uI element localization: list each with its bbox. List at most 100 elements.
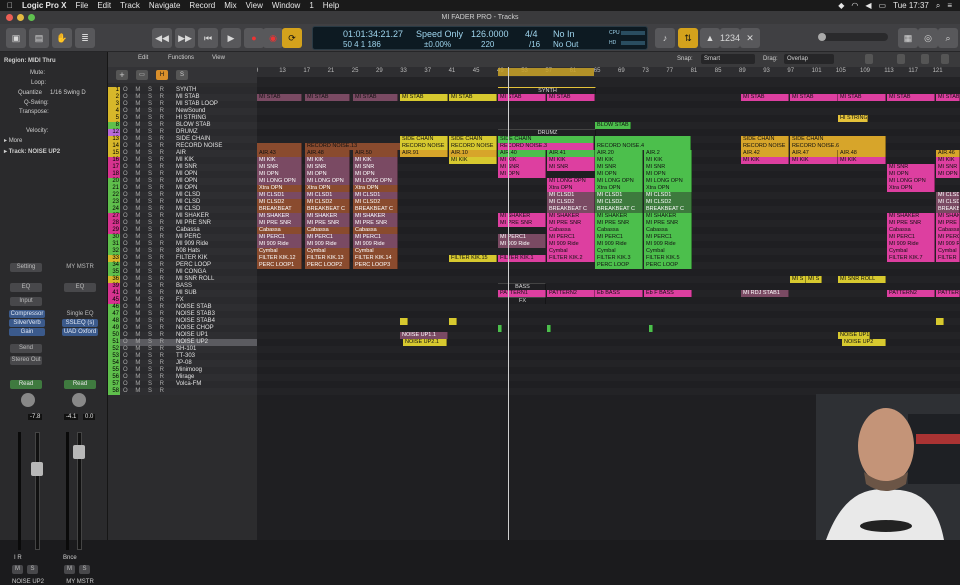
track-buttons[interactable]: O M S R [123,353,167,360]
region[interactable]: MI KIK [644,157,692,164]
region[interactable]: BREAKBEAT C [595,206,643,213]
region[interactable]: MI SNR [936,164,960,171]
automation-read-left[interactable]: Read [10,380,42,389]
track-lane[interactable] [257,367,960,374]
region[interactable]: Xtra OPN [547,185,595,192]
track-lane[interactable] [257,311,960,318]
track-buttons[interactable]: O M S R [123,108,167,115]
mute-button-right[interactable]: M [64,565,75,574]
region[interactable]: AIR.10 [449,150,497,157]
track-buttons[interactable]: O M S R [123,325,167,332]
toolbar-icon[interactable]: ≣ [75,28,95,48]
track-buttons[interactable]: O M S R [123,339,167,346]
track-header[interactable]: 17 O M S R MI SNR [108,164,257,171]
region[interactable]: PERC LOOP1 [257,262,302,269]
track-lane[interactable] [257,346,960,353]
mute-button-left[interactable]: M [12,565,23,574]
track-header[interactable]: 27 O M S R MI SHAKER [108,213,257,220]
send-button[interactable]: Send [10,344,42,353]
region[interactable]: MI PRE SNR [644,220,692,227]
region[interactable]: Xtra OPN [595,185,643,192]
track-buttons[interactable]: O M S R [123,276,167,283]
region[interactable]: Cabassa [257,227,302,234]
region[interactable]: MI STAB [305,94,350,101]
marker-lane[interactable] [257,77,960,87]
region[interactable]: MI CLSD2 [547,199,595,206]
region[interactable]: AIR.40 [498,150,546,157]
region[interactable]: MI KIK [257,157,302,164]
region[interactable]: BREAKBEAT C [353,206,398,213]
region[interactable]: MI STAB [449,94,497,101]
track-header[interactable]: 47 O M S R NOISE STAB3 [108,311,257,318]
region[interactable]: MI 909 Ride [305,241,350,248]
playhead[interactable] [508,67,509,540]
track-header[interactable]: 56 O M S R Mirage [108,374,257,381]
cycle-button[interactable]: ⟳ [282,28,302,48]
region[interactable]: MI CLSD2 [305,199,350,206]
track-header[interactable]: 57 O M S R Volca-FM [108,381,257,388]
volume-fader-left[interactable] [35,432,40,550]
track-buttons[interactable]: O M S R [123,227,167,234]
track-inspector-title[interactable]: ▸ Track: NOISE UP2 [4,148,60,156]
region[interactable]: MI CLSD2 [644,199,692,206]
track-header[interactable]: 14 O M S R RECORD NOISE [108,143,257,150]
track-header[interactable]: 54 O M S R JP-08 [108,360,257,367]
region[interactable]: MI SNR [887,164,935,171]
region[interactable]: Cymbal [595,248,643,255]
track-buttons[interactable]: O M S R [123,94,167,101]
menu-file[interactable]: File [75,1,88,10]
notepad-icon[interactable]: ▦ [898,28,918,48]
track-buttons[interactable]: O M S R [123,332,167,339]
region[interactable]: BREAKBEAT [257,206,302,213]
region[interactable]: PATTERN2 [547,290,595,297]
volume-fader-cap-right[interactable] [73,445,85,459]
region[interactable]: MI PRE SNR [498,220,546,227]
region[interactable]: Xtra OPN [887,185,935,192]
region[interactable]: MI PRE SNR [595,220,643,227]
region[interactable]: HI STRING [838,115,868,122]
track-buttons[interactable]: O M S R [123,199,167,206]
global-solo-icon[interactable]: S [176,70,188,80]
region[interactable]: MI CLSD2 [257,199,302,206]
region[interactable]: AIR.41 [547,150,595,157]
region[interactable]: MI SHAKER [887,213,935,220]
region[interactable]: MI STAB [790,94,838,101]
region[interactable]: Eb F BASS [644,290,692,297]
region[interactable] [498,325,502,332]
region[interactable]: PATTERN [936,290,960,297]
track-header[interactable]: 3O M S R MI STAB LOOP [108,101,257,108]
region[interactable]: MI 909 Ride [887,241,935,248]
play-button[interactable]: ▶ [221,28,241,48]
folder-region[interactable]: SYNTH [498,87,596,94]
battery-icon[interactable]: ▭ [879,1,887,10]
region[interactable]: SIDE CHAIN [449,136,497,143]
track-buttons[interactable]: O M S R [123,206,167,213]
region[interactable] [936,318,944,325]
region[interactable]: MI KIK [595,157,643,164]
track-buttons[interactable]: O M S R [123,318,167,325]
plugin-gain[interactable]: Gain [9,328,45,336]
track-header[interactable]: 8O M S R BLOW STAB [108,122,257,129]
lcd-display[interactable]: 01:01:34:21.27 50 4 1 186 Speed Only ±0.… [312,26,648,50]
track-header[interactable]: 5O M S R HI STRING [108,115,257,122]
region[interactable]: AIR.48 [838,150,886,157]
region[interactable]: MI OPN [305,171,350,178]
track-lane[interactable] [257,87,960,94]
track-header[interactable]: 52 O M S R SH-101 [108,346,257,353]
menu-track[interactable]: Track [120,1,140,10]
track-header[interactable]: 35 O M S R MI CONGA [108,269,257,276]
list-icon[interactable]: ≡ [947,1,952,10]
track-header[interactable]: 29 O M S R Cabassa [108,227,257,234]
track-header[interactable]: 41 O M S R MI SUB [108,290,257,297]
track-header[interactable]: 20 O M S R MI OPN [108,178,257,185]
region[interactable]: MI PERC1 [936,234,960,241]
track-buttons[interactable]: O M S R [123,178,167,185]
region[interactable]: MI LONG OPN [547,178,595,185]
track-header[interactable]: 15 O M S R AIR [108,150,257,157]
dropbox-icon[interactable]: ◆ [838,1,844,10]
folder-region[interactable]: BASS [498,283,546,290]
region[interactable]: SIDE CHAIN [790,136,886,143]
track-header[interactable]: 13 O M S R SIDE CHAIN [108,136,257,143]
region[interactable]: NOISE UP2 [842,339,886,346]
region[interactable]: MI STAB [400,94,448,101]
